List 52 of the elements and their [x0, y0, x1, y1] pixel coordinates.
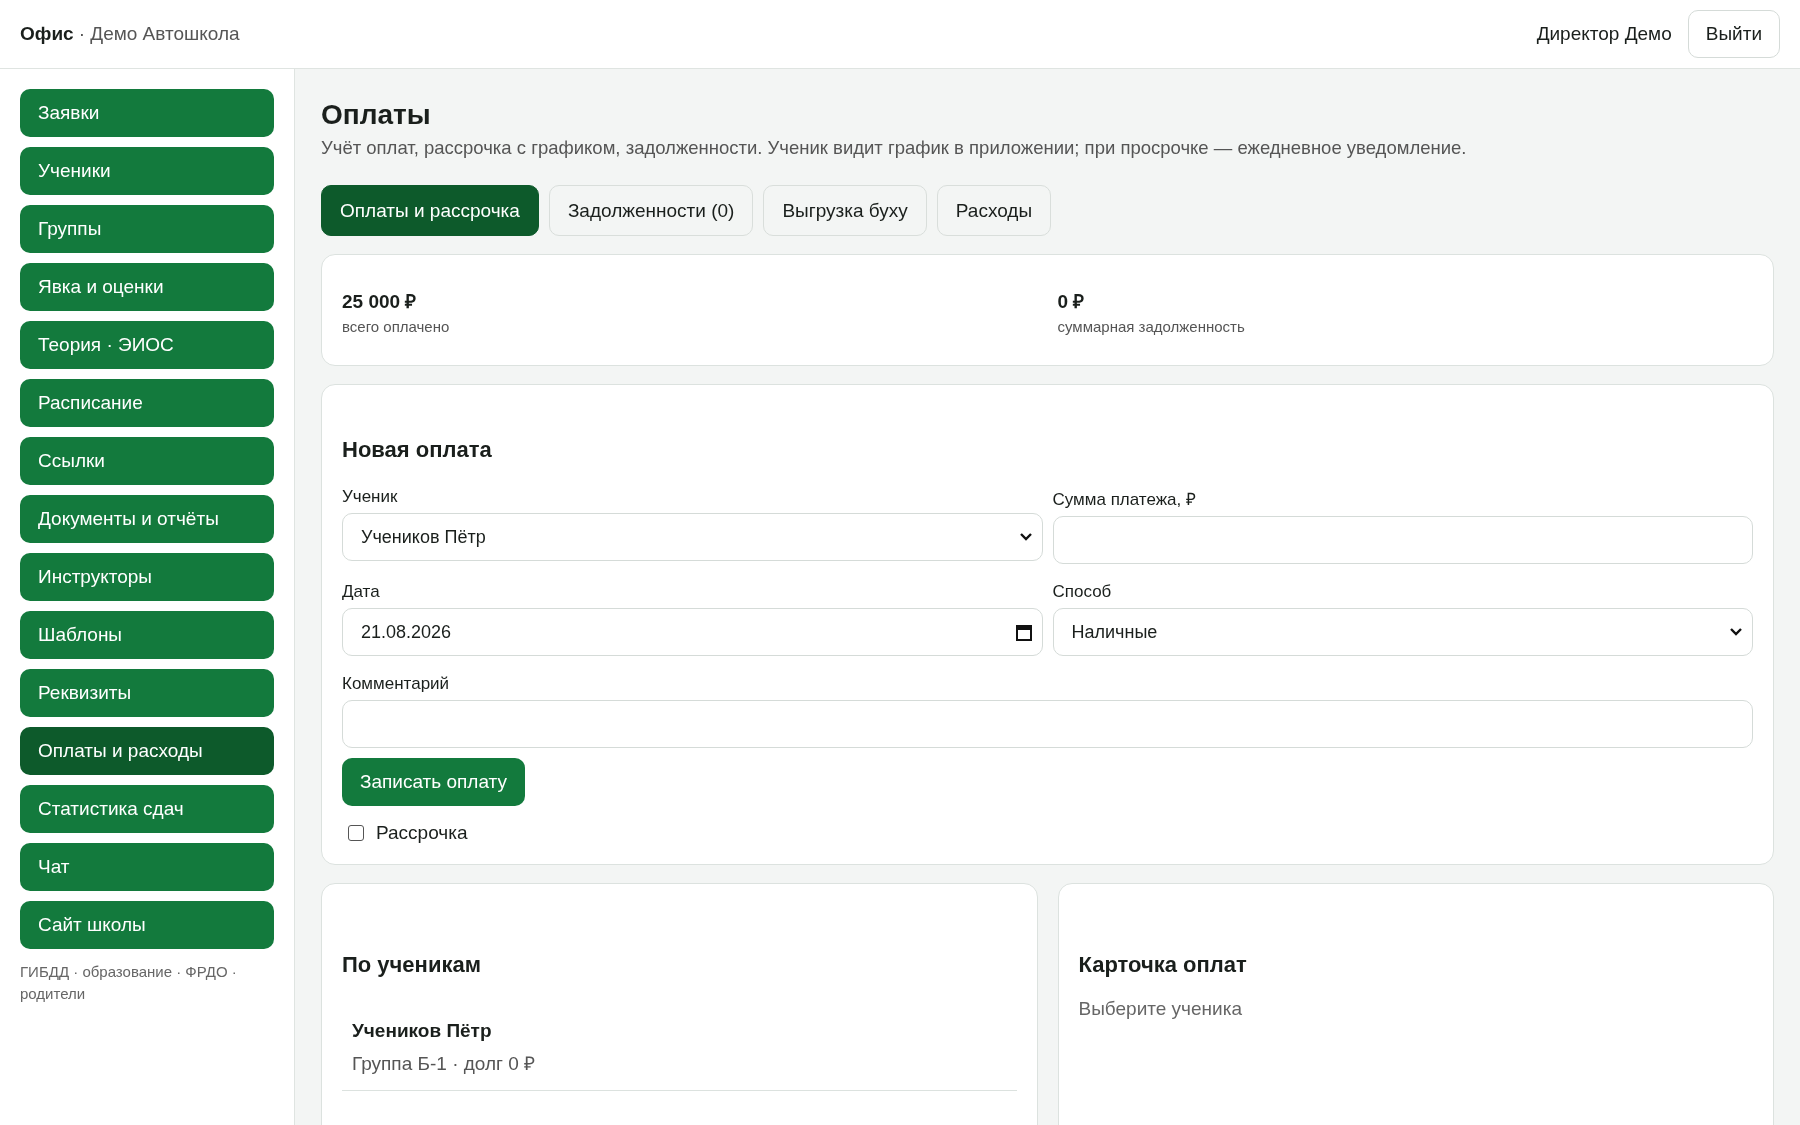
- student-detail: Группа Б-1 · долг 0 ₽: [352, 1052, 537, 1076]
- page-title: Оплаты: [321, 98, 432, 131]
- nav-item[interactable]: Группы: [20, 205, 274, 253]
- app-title: Офис: [20, 23, 74, 44]
- input-field[interactable]: [342, 700, 1753, 748]
- section-title: Новая оплата: [342, 437, 493, 463]
- page-description: Учёт оплат, рассрочка с графиком, задолженности. Ученик видит график в приложении; при просрочке — ежедневное уведомление.: [321, 137, 1468, 159]
- nav-item[interactable]: Заявки: [20, 89, 274, 137]
- tab[interactable]: Расходы: [936, 185, 1052, 236]
- nav-item[interactable]: Расписание: [20, 379, 274, 427]
- sidebar-footer: ГИБДД · образование · ФРДО · родители: [20, 961, 274, 1005]
- select-field[interactable]: Наличные: [1052, 608, 1753, 656]
- hint-text: Выберите ученика: [1078, 998, 1243, 1020]
- nav-item[interactable]: Документы и отчёты: [20, 495, 274, 543]
- field-label: Способ: [1052, 582, 1113, 602]
- user-name: Директор Демо: [1536, 23, 1672, 45]
- summary-caption: всего оплачено: [342, 318, 451, 335]
- summary-value: 25 000 ₽: [342, 290, 418, 314]
- field-label: Ученик: [342, 487, 399, 507]
- logout-button[interactable]: Выйти: [1687, 10, 1780, 58]
- chevron-down-icon: [1730, 628, 1742, 636]
- nav-item[interactable]: Чат: [20, 843, 274, 891]
- tab[interactable]: Оплаты и рассрочка: [321, 185, 539, 236]
- select-field[interactable]: Учеников Пётр: [342, 513, 1043, 561]
- nav-item[interactable]: Статистика сдач: [20, 785, 274, 833]
- field-label: Сумма платежа, ₽: [1052, 489, 1197, 510]
- field-label: Дата: [342, 582, 381, 602]
- input-field[interactable]: [1052, 516, 1753, 564]
- nav-item[interactable]: Ученики: [20, 147, 274, 195]
- summary-caption: суммарная задолженность: [1057, 318, 1246, 335]
- calendar-icon: [1015, 623, 1032, 641]
- tab[interactable]: Выгрузка буху: [763, 185, 927, 236]
- checkbox-label: Рассрочка: [376, 822, 468, 844]
- section-title: По ученикам: [342, 952, 482, 978]
- nav-item[interactable]: Теория · ЭИОС: [20, 321, 274, 369]
- date-field[interactable]: 21.08.2026: [342, 608, 1043, 656]
- nav-item[interactable]: Ссылки: [20, 437, 274, 485]
- summary-value: 0 ₽: [1057, 290, 1086, 314]
- nav-item[interactable]: Сайт школы: [20, 901, 274, 949]
- checkbox[interactable]: [348, 825, 364, 841]
- chevron-down-icon: [1019, 533, 1032, 541]
- tab[interactable]: Задолженности (0): [548, 185, 754, 236]
- nav-item[interactable]: Реквизиты: [20, 669, 274, 717]
- nav-item[interactable]: Шаблоны: [20, 611, 274, 659]
- nav-item[interactable]: Инструкторы: [20, 553, 274, 601]
- nav-item[interactable]: Явка и оценки: [20, 263, 274, 311]
- section-title: Карточка оплат: [1078, 952, 1248, 978]
- nav-item[interactable]: Оплаты и расходы: [20, 727, 274, 775]
- school-name: · Демо Автошкола: [78, 23, 240, 44]
- student-name: Учеников Пётр: [352, 1020, 493, 1042]
- field-label: Комментарий: [342, 674, 451, 694]
- submit-button[interactable]: Записать оплату: [342, 758, 525, 806]
